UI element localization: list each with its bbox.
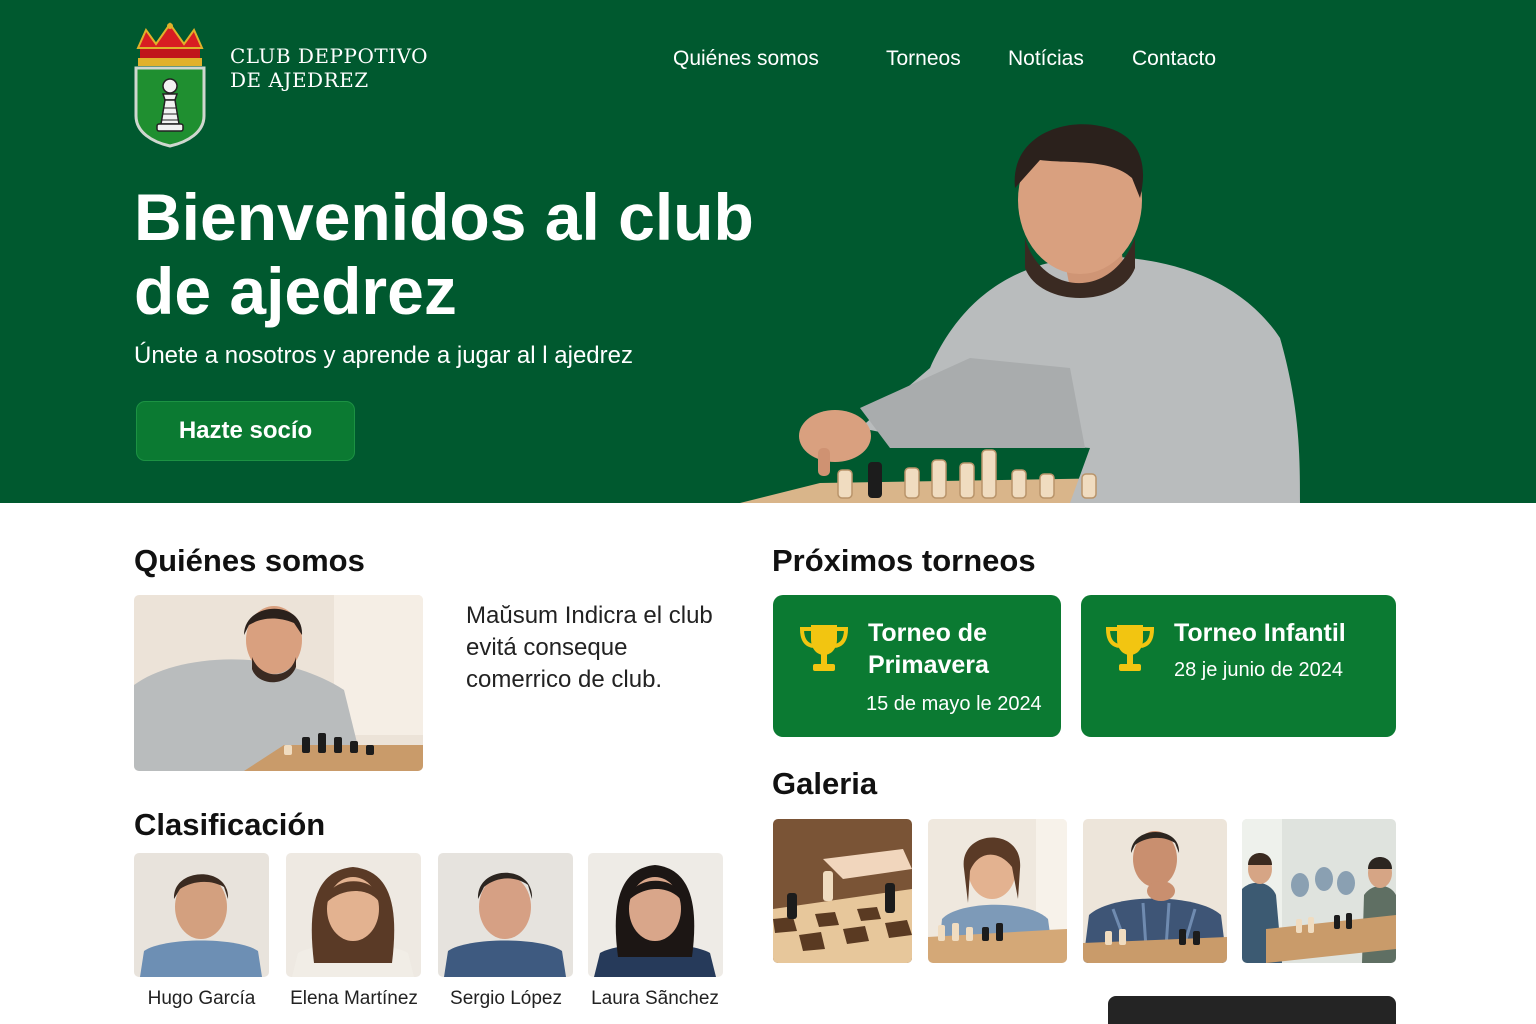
nav-link-torneos[interactable]: Torneos (886, 44, 961, 74)
about-text: Maŭsum Indicra el club evitá conseque co… (466, 602, 713, 693)
club-name-line2: DE AJEDREZ (230, 68, 369, 92)
club-name-line1: CLUB DEPPOTIVO (230, 44, 429, 68)
player-name: Hugo García (147, 988, 256, 1009)
player-name: Sergio López (450, 988, 562, 1009)
nav-link-noticias[interactable]: Notícias (1008, 44, 1084, 74)
about-chess-player-photo (134, 595, 423, 771)
gallery-photo-4[interactable] (1242, 819, 1396, 963)
player-avatar-elena[interactable] (286, 853, 421, 977)
about-heading: Quiénes somos (134, 543, 365, 578)
hero-chess-player-photo (740, 124, 1300, 503)
player-name: Elena Martínez (290, 988, 418, 1009)
nav-link-quienes-somos[interactable]: Quiénes somos (673, 44, 819, 74)
tournament-name: Torneo de Primavera (868, 619, 989, 679)
tournament-date: 28 je junio de 2024 (1174, 659, 1344, 681)
gallery-heading: Galeria (772, 766, 878, 801)
tournament-date: 15 de mayo le 2024 (866, 693, 1042, 715)
hero-banner: CLUB DEPPOTIVO DE AJEDREZ Quiénes somos … (0, 0, 1536, 503)
trophy-icon (1105, 625, 1155, 671)
club-name: CLUB DEPPOTIVO DE AJEDREZ (230, 44, 428, 92)
player-avatar-hugo[interactable] (134, 853, 269, 977)
ranking-heading: Clasificación (134, 807, 326, 842)
tournament-card-primavera[interactable]: Torneo de Primavera 15 de mayo le 2024 (773, 595, 1061, 737)
trophy-icon (799, 625, 849, 671)
nav-link-contacto[interactable]: Contacto (1132, 44, 1216, 74)
dark-footer-panel (1108, 996, 1396, 1024)
join-club-button[interactable]: Hazte socío (136, 401, 355, 461)
hero-title-line2: de ajedrez (134, 254, 457, 328)
player-avatar-sergio[interactable] (438, 853, 573, 977)
hero-title-line1: Bienvenidos al club (134, 180, 754, 254)
tournament-name: Torneo Infantil (1174, 619, 1346, 647)
tournaments-heading: Próximos torneos (772, 543, 1036, 578)
player-name: Laura Sãnchez (591, 988, 719, 1009)
tournament-card-infantil[interactable]: Torneo Infantil 28 je junio de 2024 (1081, 595, 1396, 737)
gallery-photo-3[interactable] (1083, 819, 1227, 963)
hero-subtitle: Únete a nosotros y aprende a jugar al l … (134, 342, 633, 369)
gallery-photo-2[interactable] (928, 819, 1067, 963)
gallery-photo-1[interactable] (773, 819, 912, 963)
player-avatar-laura[interactable] (588, 853, 723, 977)
club-crest-logo[interactable] (132, 20, 208, 148)
hero-title: Bienvenidos al club de ajedrez (134, 180, 814, 328)
